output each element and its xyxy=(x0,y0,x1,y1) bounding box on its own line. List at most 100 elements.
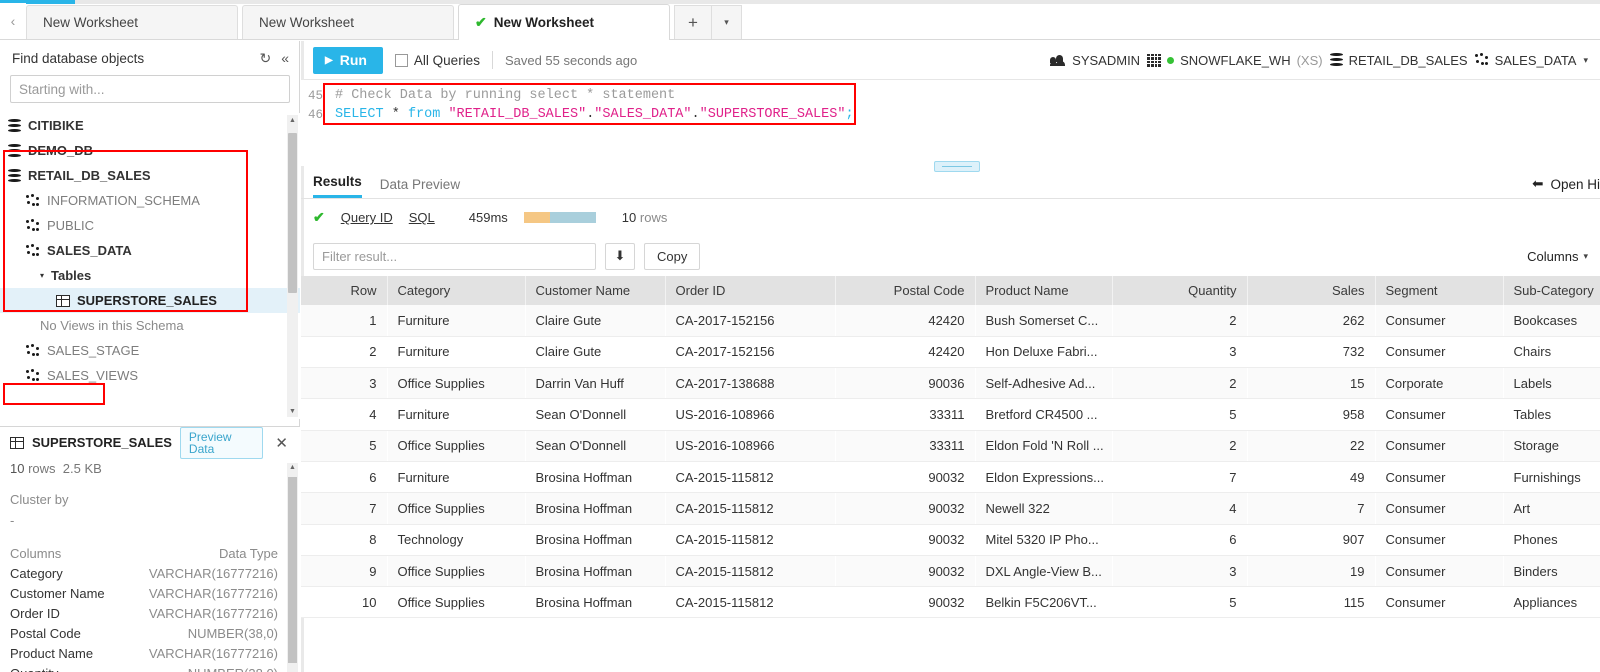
warehouse-selector[interactable]: SNOWFLAKE_WH (XS) xyxy=(1147,53,1323,68)
previous-tab-arrow-icon[interactable]: ‹ xyxy=(0,3,26,39)
filter-result-input[interactable] xyxy=(313,242,596,270)
cell-row: 7 xyxy=(301,492,387,525)
cell-segment: Corporate xyxy=(1375,367,1503,400)
cell-customer-name: Claire Gute xyxy=(525,336,665,369)
tree-scrollbar[interactable]: ▲ ▼ xyxy=(287,115,298,417)
play-icon: ▶ xyxy=(325,54,333,66)
cell-row: 2 xyxy=(301,336,387,369)
sql-dot-1: . xyxy=(586,107,595,122)
detail-scrollbar[interactable]: ▲ ▼ xyxy=(287,463,298,672)
results-grid: Row Category Customer Name Order ID Post… xyxy=(301,276,1600,619)
tab-data-preview[interactable]: Data Preview xyxy=(380,177,460,198)
cluster-by-label: Cluster by xyxy=(10,492,69,507)
tree-item-public[interactable]: PUBLIC xyxy=(0,213,300,238)
table-row[interactable]: 7 Office Supplies Brosina Hoffman CA-201… xyxy=(301,492,1600,525)
tree-item-retail-db-sales[interactable]: RETAIL_DB_SALES xyxy=(0,163,300,188)
cell-customer-name: Brosina Hoffman xyxy=(525,492,665,525)
tab-menu-chevron-down-icon[interactable]: ▾ xyxy=(712,5,742,39)
query-id-link[interactable]: Query ID xyxy=(341,210,393,225)
table-row[interactable]: 2 Furniture Claire Gute CA-2017-152156 4… xyxy=(301,336,1600,369)
cell-product-name: Bretford CR4500 ... xyxy=(975,398,1112,431)
run-button[interactable]: ▶ Run xyxy=(313,46,383,74)
database-selector[interactable]: RETAIL_DB_SALES xyxy=(1329,53,1468,68)
search-input[interactable] xyxy=(10,75,290,103)
tree-scrollbar-thumb[interactable] xyxy=(288,133,297,293)
column-header-category[interactable]: Category xyxy=(387,276,526,305)
add-worksheet-button[interactable]: + xyxy=(674,5,712,39)
sql-link[interactable]: SQL xyxy=(409,210,435,225)
tree-item-label: DEMO_DB xyxy=(28,143,94,158)
tree-item-sales-views[interactable]: SALES_VIEWS xyxy=(0,363,300,388)
cell-sales: 7 xyxy=(1247,492,1375,525)
schema-icon xyxy=(1474,53,1489,67)
tree-item-superstore-sales[interactable]: SUPERSTORE_SALES xyxy=(0,288,300,313)
detail-column-row: Order ID VARCHAR(16777216) xyxy=(0,601,300,621)
tree-item-sales-stage[interactable]: SALES_STAGE xyxy=(0,338,300,363)
scroll-up-arrow-icon[interactable]: ▲ xyxy=(288,464,297,471)
database-objects-sidebar: Find database objects ↻ « CITIBIKE DEMO_… xyxy=(0,41,300,672)
table-row[interactable]: 5 Office Supplies Sean O'Donnell US-2016… xyxy=(301,430,1600,462)
column-header-sales[interactable]: Sales xyxy=(1247,276,1376,305)
schema-label: SALES_DATA xyxy=(1494,52,1577,68)
refresh-icon[interactable]: ↻ xyxy=(259,50,271,67)
sql-editor[interactable]: 45 # Check Data by running select * stat… xyxy=(301,80,1600,172)
tree-item-information-schema[interactable]: INFORMATION_SCHEMA xyxy=(0,188,300,213)
download-icon[interactable]: ⬇ xyxy=(605,242,635,270)
copy-button[interactable]: Copy xyxy=(644,242,701,270)
schema-icon xyxy=(26,243,40,258)
table-row[interactable]: 6 Furniture Brosina Hoffman CA-2015-1158… xyxy=(301,461,1600,494)
cell-sub-category: Tables xyxy=(1503,398,1600,431)
column-name: Postal Code xyxy=(10,626,81,641)
column-header-quantity[interactable]: Quantity xyxy=(1112,276,1248,305)
detail-row-size-meta: 10 rows 2.5 KB xyxy=(0,458,300,476)
open-history-button[interactable]: ⬅ Open Hi xyxy=(1532,176,1600,192)
schema-selector[interactable]: SALES_DATA xyxy=(1474,52,1577,68)
cell-quantity: 2 xyxy=(1112,430,1247,462)
all-queries-checkbox[interactable] xyxy=(394,53,408,67)
worksheet-tab-1[interactable]: New Worksheet xyxy=(26,5,238,39)
column-header-product-name[interactable]: Product Name xyxy=(975,276,1113,305)
cell-category: Office Supplies xyxy=(387,586,525,619)
cell-sub-category: Bookcases xyxy=(1503,305,1600,337)
all-queries-checkbox-row[interactable]: All Queries xyxy=(394,53,480,68)
query-duration-bar-segment xyxy=(523,212,550,223)
table-icon xyxy=(10,436,24,449)
results-table: Row Category Customer Name Order ID Post… xyxy=(301,276,1600,619)
column-header-sub-category[interactable]: Sub-Category xyxy=(1503,276,1600,305)
table-row[interactable]: 9 Office Supplies Brosina Hoffman CA-201… xyxy=(301,555,1600,588)
column-header-row[interactable]: Row xyxy=(301,276,388,305)
cell-quantity: 3 xyxy=(1112,336,1247,369)
column-header-segment[interactable]: Segment xyxy=(1375,276,1504,305)
column-name: Category xyxy=(10,566,63,581)
cell-postal-code: 90032 xyxy=(835,492,975,525)
column-header-postal-code[interactable]: Postal Code xyxy=(835,276,976,305)
preview-data-button[interactable]: Preview Data xyxy=(179,426,264,459)
close-icon[interactable]: ✕ xyxy=(271,434,292,452)
detail-scrollbar-thumb[interactable] xyxy=(288,477,297,663)
collapse-sidebar-icon[interactable]: « xyxy=(281,50,289,66)
table-row[interactable]: 3 Office Supplies Darrin Van Huff CA-201… xyxy=(301,367,1600,400)
cell-postal-code: 90032 xyxy=(835,586,975,619)
column-header-order-id[interactable]: Order ID xyxy=(665,276,836,305)
table-row[interactable]: 4 Furniture Sean O'Donnell US-2016-10896… xyxy=(301,398,1600,431)
tree-item-sales-data[interactable]: SALES_DATA xyxy=(0,238,300,263)
column-header-customer-name[interactable]: Customer Name xyxy=(525,276,666,305)
table-row[interactable]: 1 Furniture Claire Gute CA-2017-152156 4… xyxy=(301,305,1600,337)
worksheet-tab-3-active[interactable]: ✔ New Worksheet xyxy=(458,4,670,40)
tree-item-demo-db[interactable]: DEMO_DB xyxy=(0,138,300,163)
cell-row: 6 xyxy=(301,461,387,494)
columns-dropdown[interactable]: Columns ▾ xyxy=(1527,249,1588,264)
sql-keyword-select: SELECT xyxy=(335,107,384,122)
scroll-down-arrow-icon[interactable]: ▼ xyxy=(288,408,297,415)
tree-item-tables-folder[interactable]: ▾ Tables xyxy=(0,263,300,288)
table-row[interactable]: 10 Office Supplies Brosina Hoffman CA-20… xyxy=(301,586,1600,619)
table-row[interactable]: 8 Technology Brosina Hoffman CA-2015-115… xyxy=(301,524,1600,556)
cell-order-id: CA-2015-115812 xyxy=(665,555,835,588)
tree-item-label: Tables xyxy=(51,268,92,283)
context-chevron-down-icon[interactable]: ▾ xyxy=(1583,55,1588,66)
worksheet-tab-2[interactable]: New Worksheet xyxy=(242,5,454,39)
tab-results[interactable]: Results xyxy=(313,174,362,198)
role-selector[interactable]: SYSADMIN xyxy=(1050,53,1140,68)
tree-item-citibike[interactable]: CITIBIKE xyxy=(0,113,300,138)
scroll-up-arrow-icon[interactable]: ▲ xyxy=(288,117,297,124)
